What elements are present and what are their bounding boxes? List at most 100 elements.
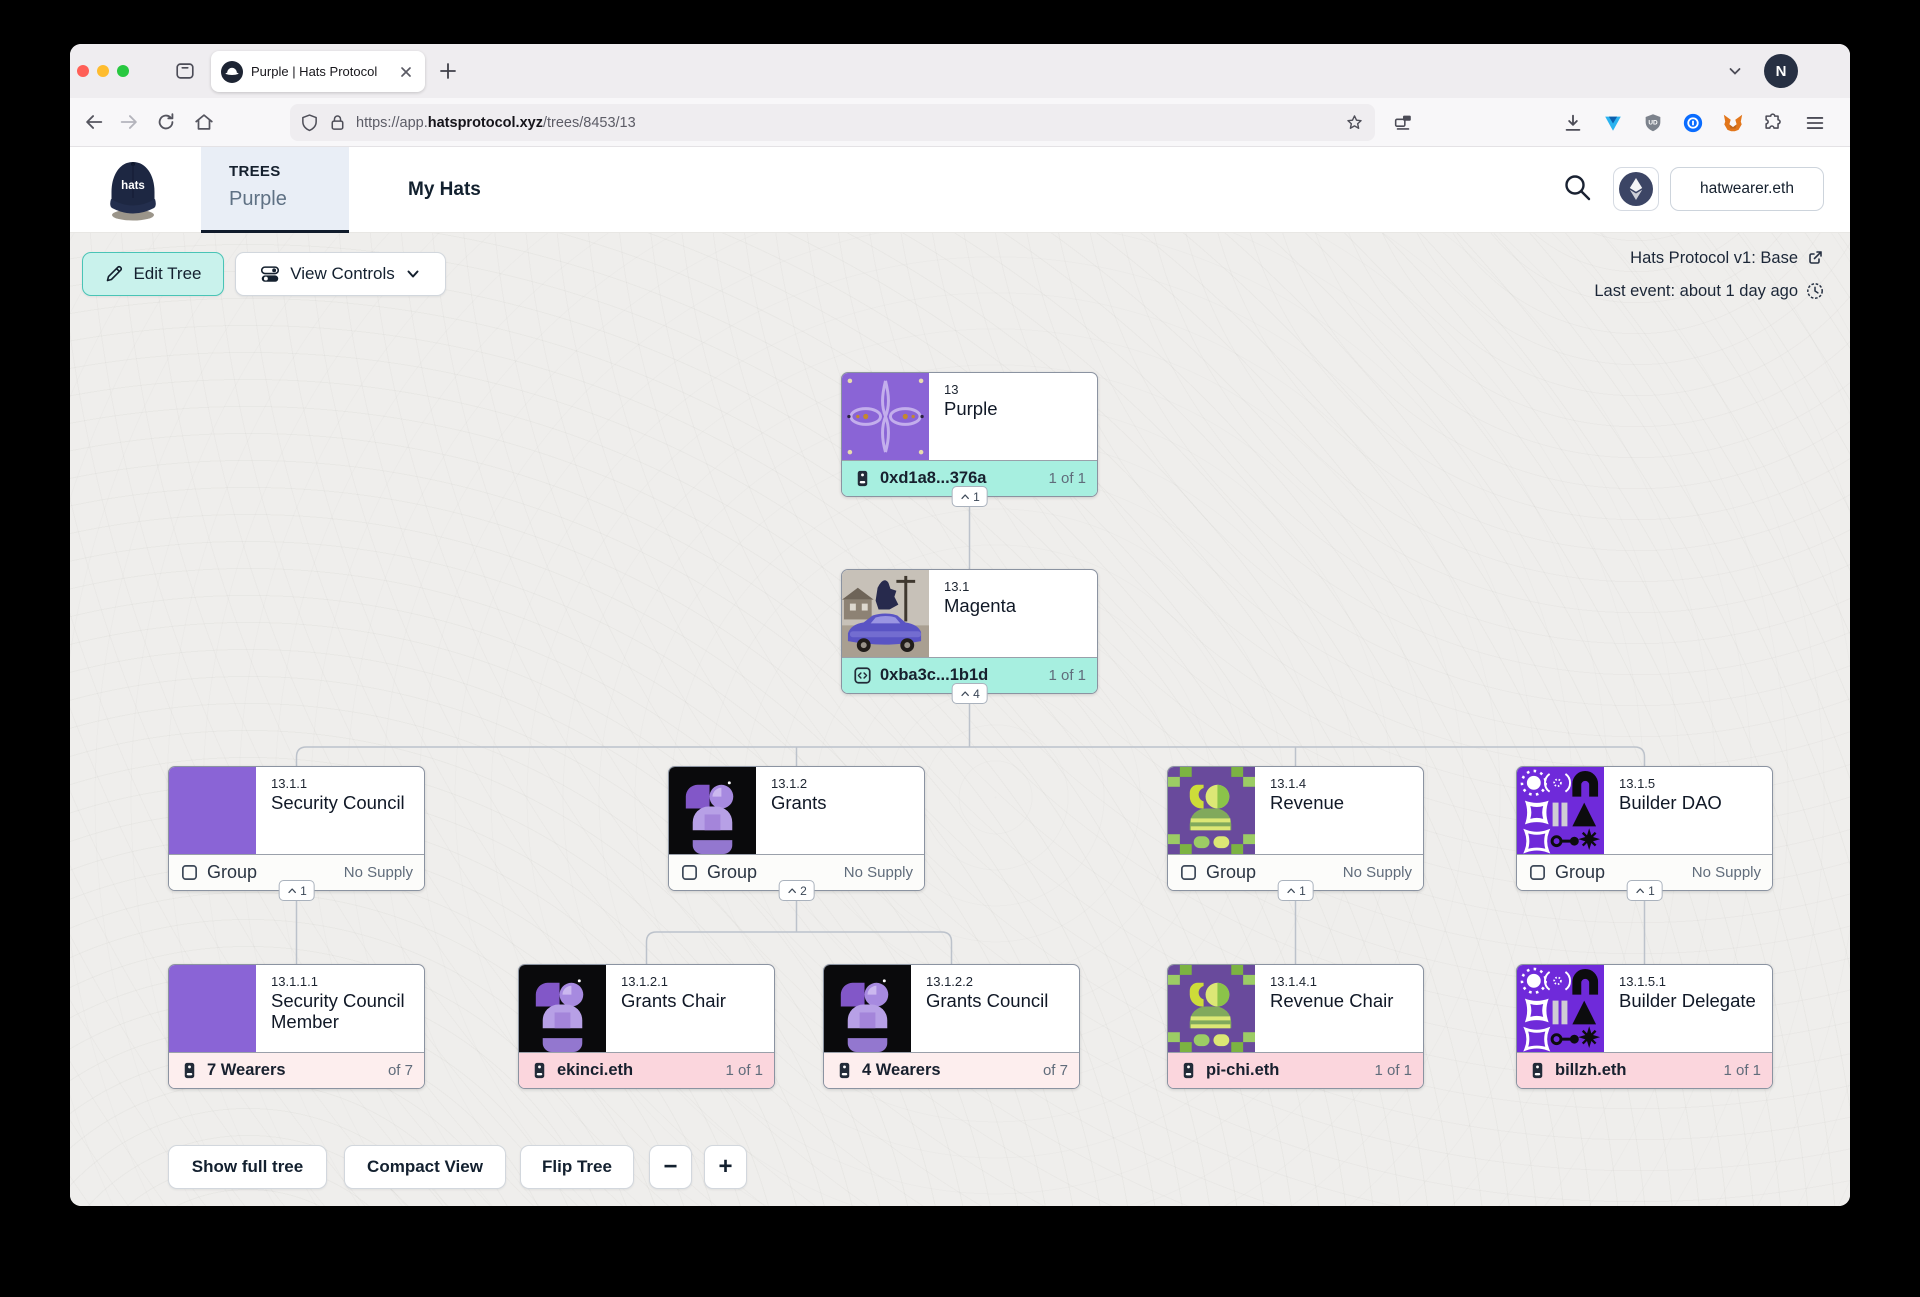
downloads-icon[interactable] (1562, 112, 1584, 134)
last-event-label: Last event: about 1 day ago (1594, 282, 1798, 301)
hats-logo[interactable]: hats (106, 157, 160, 223)
hat-image-builder (1517, 767, 1604, 854)
nav-tab-my-hats[interactable]: My Hats (408, 147, 481, 233)
nav-tab-value: Purple (229, 188, 349, 211)
back-icon[interactable] (83, 111, 105, 133)
hat-node-13-1-2-2[interactable]: 13.1.2.2Grants Council 4 Wearersof 7 (823, 964, 1080, 1089)
home-icon[interactable] (193, 111, 215, 133)
hat-name: Revenue Chair (1270, 990, 1393, 1011)
zoom-out-button[interactable]: − (649, 1145, 692, 1189)
reload-icon[interactable] (155, 111, 177, 133)
menu-hamburger-icon[interactable] (1804, 112, 1826, 134)
child-count-badge[interactable]: 1 (951, 486, 988, 507)
tab-favicon-hat (221, 61, 243, 83)
ethereum-icon (1619, 172, 1653, 206)
hat-supply: 1 of 1 (1048, 470, 1086, 487)
hat-image-revenue (1168, 767, 1255, 854)
hat-id: 13.1.4.1 (1270, 974, 1393, 989)
hat-wearer: 4 Wearers (862, 1061, 941, 1080)
hat-node-13-1-5[interactable]: 13.1.5Builder DAO GroupNo Supply 1 (1516, 766, 1773, 891)
hat-node-13-1-1[interactable]: 13.1.1Security Council GroupNo Supply 1 (168, 766, 425, 891)
extension-ud-shield-icon[interactable]: UD (1642, 112, 1664, 134)
id-card-icon (835, 1061, 854, 1080)
extension-gem-icon[interactable] (1602, 112, 1624, 134)
hat-name: Grants Chair (621, 990, 726, 1011)
screenshot-tool-icon[interactable] (1392, 112, 1414, 134)
id-card-icon (853, 469, 872, 488)
hat-node-13-1-2-1[interactable]: 13.1.2.1Grants Chair ekinci.eth1 of 1 (518, 964, 775, 1089)
child-count-badge[interactable]: 1 (1626, 880, 1663, 901)
network-label: Hats Protocol v1: Base (1630, 249, 1798, 268)
hat-wearer: billzh.eth (1555, 1061, 1627, 1080)
tab-overview-icon[interactable] (174, 60, 196, 82)
child-count-badge[interactable]: 2 (778, 880, 815, 901)
hat-name: Magenta (944, 595, 1016, 616)
hat-supply: 1 of 1 (1723, 1062, 1761, 1079)
close-window-button[interactable] (77, 65, 89, 77)
hat-supply: No Supply (1692, 864, 1761, 881)
account-button[interactable]: hatwearer.eth (1670, 167, 1824, 211)
child-count-badge[interactable]: 1 (278, 880, 315, 901)
child-count: 1 (973, 490, 980, 504)
hat-id: 13.1.1.1 (271, 974, 416, 989)
tree-canvas: Edit Tree View Controls Hats Protocol v1… (70, 233, 1850, 1206)
hat-name: Security Council Member (271, 990, 416, 1032)
lock-icon[interactable] (328, 113, 347, 132)
hat-node-13-1-2[interactable]: 13.1.2Grants GroupNo Supply 2 (668, 766, 925, 891)
extension-1password-icon[interactable] (1682, 112, 1704, 134)
show-full-tree-button[interactable]: Show full tree (168, 1145, 327, 1189)
browser-tab-bar: Purple | Hats Protocol N (70, 44, 1850, 98)
active-tab[interactable]: Purple | Hats Protocol (211, 51, 425, 92)
ud-label: UD (1648, 120, 1658, 127)
hat-node-13-1-5-1[interactable]: 13.1.5.1Builder Delegate billzh.eth1 of … (1516, 964, 1773, 1089)
network-row[interactable]: Hats Protocol v1: Base (1594, 245, 1824, 271)
extension-metamask-icon[interactable] (1722, 112, 1744, 134)
new-tab-button[interactable] (436, 59, 460, 83)
hats-logo-text: hats (121, 180, 145, 192)
wallet-network-button[interactable] (1613, 167, 1659, 211)
zoom-window-button[interactable] (117, 65, 129, 77)
last-event-row: Last event: about 1 day ago (1594, 278, 1824, 304)
flip-tree-label: Flip Tree (542, 1157, 612, 1177)
hat-node-13-1[interactable]: 13.1Magenta 0xba3c...1b1d1 of 1 4 (841, 569, 1098, 694)
view-controls-button[interactable]: View Controls (235, 252, 446, 296)
hat-supply: of 7 (388, 1062, 413, 1079)
zoom-in-button[interactable]: + (704, 1145, 747, 1189)
shield-permissions-icon[interactable] (300, 113, 319, 132)
chevron-up-icon (959, 492, 970, 501)
show-full-tree-label: Show full tree (192, 1157, 303, 1177)
child-count: 1 (1299, 884, 1306, 898)
hat-node-13-1-4[interactable]: 13.1.4Revenue GroupNo Supply 1 (1167, 766, 1424, 891)
search-icon[interactable] (1562, 172, 1594, 204)
tab-close-icon[interactable] (397, 63, 415, 81)
nav-tab-trees[interactable]: TREES Purple (201, 147, 349, 233)
child-count-badge[interactable]: 4 (951, 683, 988, 704)
hat-type: Group (707, 862, 757, 883)
window-controls (77, 65, 129, 77)
hat-supply: No Supply (844, 864, 913, 881)
hat-id: 13.1.2.1 (621, 974, 726, 989)
hat-node-13-1-4-1[interactable]: 13.1.4.1Revenue Chair pi-chi.eth1 of 1 (1167, 964, 1424, 1089)
bookmark-star-icon[interactable] (1344, 112, 1365, 133)
compact-view-button[interactable]: Compact View (344, 1145, 506, 1189)
hat-image-grants (669, 767, 756, 854)
extensions-puzzle-icon[interactable] (1762, 112, 1784, 134)
hat-id: 13.1.4 (1270, 776, 1344, 791)
minimize-window-button[interactable] (97, 65, 109, 77)
forward-icon[interactable] (118, 111, 140, 133)
flip-tree-button[interactable]: Flip Tree (520, 1145, 634, 1189)
pencil-icon (104, 264, 124, 284)
hat-node-13-1-1-1[interactable]: 13.1.1.1Security Council Member 7 Wearer… (168, 964, 425, 1089)
hat-supply: of 7 (1043, 1062, 1068, 1079)
url-text[interactable]: https://app.hatsprotocol.xyz/trees/8453/… (356, 115, 1335, 131)
hat-image-builder (1517, 965, 1604, 1052)
external-link-icon[interactable] (1806, 249, 1824, 267)
edit-tree-button[interactable]: Edit Tree (82, 252, 224, 296)
hat-id: 13.1.2 (771, 776, 827, 791)
url-bar[interactable]: https://app.hatsprotocol.xyz/trees/8453/… (290, 104, 1375, 141)
hat-image-solid-purple (169, 767, 256, 854)
profile-avatar[interactable]: N (1764, 54, 1798, 88)
tab-list-chevron-icon[interactable] (1726, 62, 1744, 80)
hat-node-13[interactable]: 13Purple 0xd1a8...376a1 of 1 1 (841, 372, 1098, 497)
child-count-badge[interactable]: 1 (1277, 880, 1314, 901)
